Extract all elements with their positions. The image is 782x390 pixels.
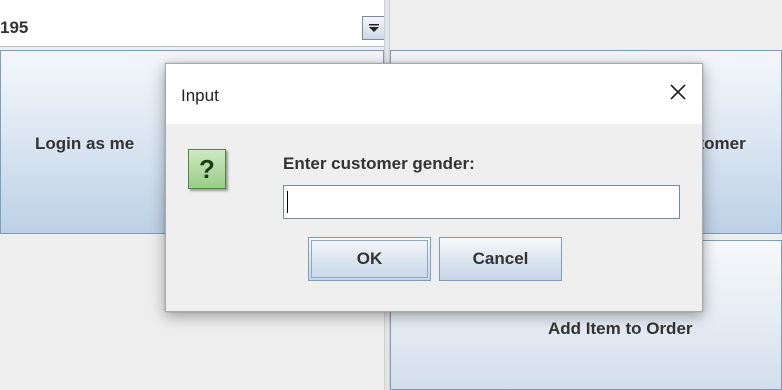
input-dialog: Input ? Enter customer gender: OK Cancel: [165, 63, 703, 312]
login-button-label: Login as me: [35, 134, 135, 153]
close-icon: [670, 84, 686, 100]
combo-dropdown-button[interactable]: [362, 16, 386, 40]
gender-input[interactable]: [283, 185, 680, 219]
dialog-title: Input: [181, 86, 219, 105]
ok-button[interactable]: OK: [308, 237, 431, 281]
question-icon: ?: [188, 149, 226, 189]
combo-value: 195: [0, 18, 29, 37]
top-right-panel: [390, 0, 782, 46]
dialog-title-bar[interactable]: Input: [166, 64, 702, 124]
close-button[interactable]: [658, 74, 698, 110]
dialog-prompt: Enter customer gender:: [283, 154, 475, 173]
id-combo-box[interactable]: 195: [0, 0, 390, 47]
question-glyph: ?: [199, 153, 215, 184]
text-caret: [287, 191, 288, 213]
cancel-button[interactable]: Cancel: [439, 237, 562, 281]
chevron-down-icon: [369, 24, 379, 32]
add-item-button-label: Add Item to Order: [548, 319, 693, 338]
